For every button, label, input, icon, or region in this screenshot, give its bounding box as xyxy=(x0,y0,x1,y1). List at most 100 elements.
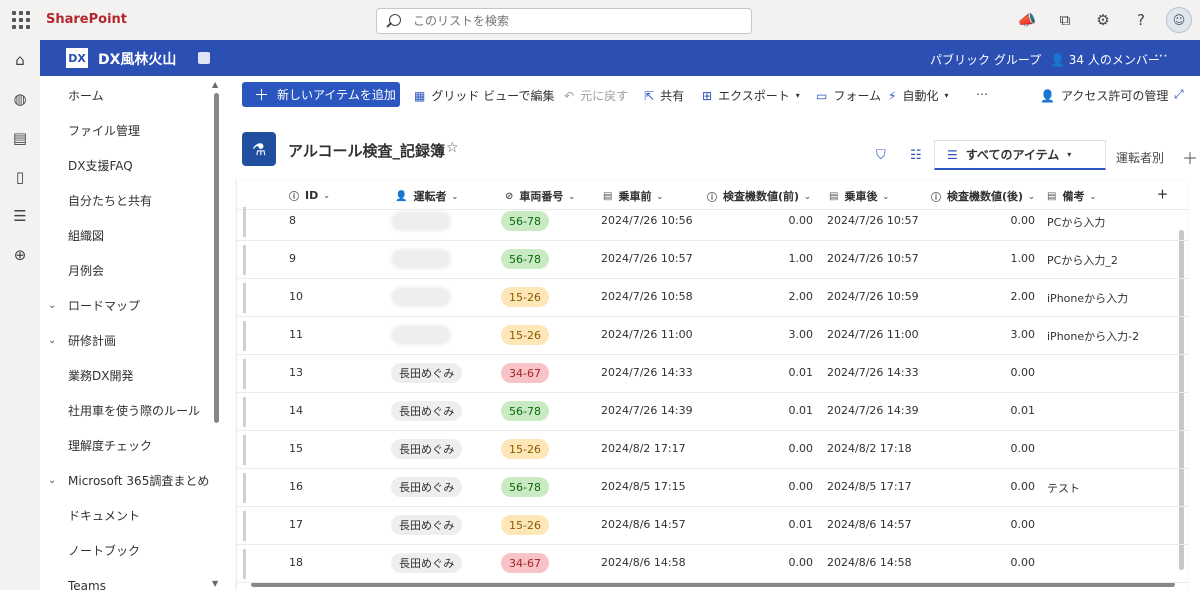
vehicle-pill[interactable]: 56-78 xyxy=(501,211,549,231)
export-button[interactable]: ⊞ エクスポート ▾ xyxy=(702,87,800,104)
nav-item[interactable]: 社用車を使う際のルール xyxy=(40,393,216,428)
create-icon[interactable]: ⊕ xyxy=(0,235,40,274)
table-row[interactable]: 16 長田めぐみ 56-78 2024/8/5 17:15 0.00 2024/8/5 1… xyxy=(237,469,1188,507)
table-row[interactable]: 15 長田めぐみ 15-26 2024/8/2 17:17 0.00 2024/8/2 1… xyxy=(237,431,1188,469)
add-column-icon[interactable]: ＋ xyxy=(1157,186,1168,202)
driver-pill[interactable]: 長田めぐみ xyxy=(391,439,463,459)
column-header[interactable]: ⓘ ID ⌄ xyxy=(289,188,330,203)
driver-pill-redacted[interactable] xyxy=(391,249,451,269)
view-options-icon[interactable]: ☷ xyxy=(910,148,922,163)
scroll-down-icon[interactable]: ▼ xyxy=(212,579,218,588)
home-icon[interactable]: ⌂ xyxy=(0,40,40,79)
tab-by-driver[interactable]: 運転者別 xyxy=(1116,149,1164,166)
row-selector[interactable] xyxy=(243,321,246,351)
vehicle-pill[interactable]: 34-67 xyxy=(501,553,549,573)
column-header[interactable]: ▤ 備考 ⌄ xyxy=(1047,188,1096,204)
nav-item[interactable]: Teams xyxy=(40,568,216,590)
driver-pill-redacted[interactable] xyxy=(391,325,451,345)
megaphone-icon[interactable]: 📣 xyxy=(1008,0,1046,40)
nav-item[interactable]: 月例会 xyxy=(40,253,216,288)
table-row[interactable]: 9 56-78 2024/7/26 10:57 1.00 2024/7/26 10:5… xyxy=(237,241,1188,279)
share-button[interactable]: ⇱ 共有 xyxy=(644,87,684,104)
vehicle-pill[interactable]: 56-78 xyxy=(501,401,549,421)
nav-item[interactable]: ⌄ ロードマップ xyxy=(40,288,216,323)
nav-item[interactable]: 組織図 xyxy=(40,218,216,253)
driver-pill[interactable]: 長田めぐみ xyxy=(391,515,463,535)
star-icon[interactable]: ☆ xyxy=(446,140,459,156)
driver-pill[interactable]: 長田めぐみ xyxy=(391,363,463,383)
teams-share-icon[interactable]: ⧉ xyxy=(1046,0,1084,40)
automate-button[interactable]: ⚡ 自動化 ▾ xyxy=(888,87,948,104)
row-selector[interactable] xyxy=(243,397,246,427)
list-icon[interactable]: ☰ xyxy=(0,196,40,235)
nav-item[interactable]: ⌄ 研修計画 xyxy=(40,323,216,358)
globe-icon[interactable]: ◍ xyxy=(0,79,40,118)
nav-item[interactable]: ファイル管理 xyxy=(40,113,216,148)
table-row[interactable]: 13 長田めぐみ 34-67 2024/7/26 14:33 0.01 2024/7/26… xyxy=(237,355,1188,393)
driver-pill[interactable]: 長田めぐみ xyxy=(391,401,463,421)
nav-scrollbar[interactable] xyxy=(214,93,219,423)
nav-item[interactable]: 自分たちと共有 xyxy=(40,183,216,218)
more-icon[interactable]: ⋯ xyxy=(1154,48,1168,64)
row-selector[interactable] xyxy=(243,359,246,389)
table-row[interactable]: 11 15-26 2024/7/26 11:00 3.00 2024/7/26 11:… xyxy=(237,317,1188,355)
gear-icon[interactable]: ⚙ xyxy=(1084,0,1122,40)
access-button[interactable]: 👤 アクセス許可の管理 xyxy=(1040,87,1168,104)
scroll-up-icon[interactable]: ▲ xyxy=(212,80,218,89)
row-selector[interactable] xyxy=(243,207,246,237)
file-icon[interactable]: ▯ xyxy=(0,157,40,196)
list-title[interactable]: アルコール検査_記録簿 xyxy=(288,140,445,161)
app-launcher-icon[interactable] xyxy=(12,11,30,29)
tab-all-items[interactable]: ☰ すべてのアイテム ▾ xyxy=(934,140,1106,170)
search-input[interactable] xyxy=(413,12,733,30)
sharepoint-brand[interactable]: SharePoint xyxy=(46,12,127,27)
column-header[interactable]: ⓘ 検査機数値(後) ⌄ xyxy=(931,188,1035,204)
row-selector[interactable] xyxy=(243,435,246,465)
driver-pill-redacted[interactable] xyxy=(391,287,451,307)
column-header[interactable]: ▤ 乗車後 ⌄ xyxy=(829,188,889,204)
nav-item[interactable]: ノートブック xyxy=(40,533,216,568)
vehicle-pill[interactable]: 15-26 xyxy=(501,515,549,535)
vehicle-pill[interactable]: 15-26 xyxy=(501,439,549,459)
vehicle-pill[interactable]: 56-78 xyxy=(501,477,549,497)
row-selector[interactable] xyxy=(243,283,246,313)
column-header[interactable]: ⓘ 検査機数値(前) ⌄ xyxy=(707,188,811,204)
members-button[interactable]: 👤 34 人のメンバー xyxy=(1050,51,1160,68)
site-title[interactable]: DX風林火山 xyxy=(98,49,176,69)
row-selector[interactable] xyxy=(243,473,246,503)
column-header[interactable]: 👤 運転者 ⌄ xyxy=(395,188,458,204)
driver-pill-redacted[interactable] xyxy=(391,211,451,231)
row-selector[interactable] xyxy=(243,511,246,541)
vehicle-pill[interactable]: 15-26 xyxy=(501,287,549,307)
driver-pill[interactable]: 長田めぐみ xyxy=(391,477,463,497)
vehicle-pill[interactable]: 34-67 xyxy=(501,363,549,383)
chevron-down-icon[interactable]: ⌄ xyxy=(48,335,56,346)
nav-item[interactable]: ホーム xyxy=(40,78,216,113)
table-row[interactable]: 14 長田めぐみ 56-78 2024/7/26 14:39 0.01 2024/7/26… xyxy=(237,393,1188,431)
help-icon[interactable]: ? xyxy=(1122,0,1160,40)
site-logo[interactable]: DX xyxy=(66,48,88,68)
more-commands-icon[interactable]: ⋯ xyxy=(976,87,988,101)
grid-edit-button[interactable]: ▦ グリッド ビューで編集 xyxy=(414,87,554,104)
nav-item[interactable]: ⌄ Microsoft 365調査まとめ xyxy=(40,463,216,498)
row-selector[interactable] xyxy=(243,245,246,275)
table-row[interactable]: 18 長田めぐみ 34-67 2024/8/6 14:58 0.00 2024/8/6 1… xyxy=(237,545,1188,583)
teams-icon[interactable] xyxy=(198,52,210,64)
avatar[interactable]: ☺ xyxy=(1166,7,1192,33)
forms-button[interactable]: ▭ フォーム xyxy=(816,87,881,104)
news-icon[interactable]: ▤ xyxy=(0,118,40,157)
add-view-icon[interactable]: ＋ xyxy=(1182,145,1198,169)
driver-pill[interactable]: 長田めぐみ xyxy=(391,553,463,573)
vehicle-pill[interactable]: 56-78 xyxy=(501,249,549,269)
chevron-down-icon[interactable]: ⌄ xyxy=(48,475,56,486)
search-box[interactable] xyxy=(376,8,752,34)
column-header[interactable]: ▤ 乗車前 ⌄ xyxy=(603,188,663,204)
table-row[interactable]: 10 15-26 2024/7/26 10:58 2.00 2024/7/26 10:… xyxy=(237,279,1188,317)
new-item-button[interactable]: ＋ 新しいアイテムを追加 xyxy=(242,82,400,107)
expand-icon[interactable]: ⤢ xyxy=(1174,87,1184,102)
nav-item[interactable]: DX支援FAQ xyxy=(40,148,216,183)
table-row[interactable]: 8 56-78 2024/7/26 10:56 0.00 2024/7/26 10:5… xyxy=(237,203,1188,241)
nav-item[interactable]: ドキュメント xyxy=(40,498,216,533)
table-row[interactable]: 17 長田めぐみ 15-26 2024/8/6 14:57 0.01 2024/8/6 1… xyxy=(237,507,1188,545)
undo-button[interactable]: ↶ 元に戻す xyxy=(564,87,628,104)
